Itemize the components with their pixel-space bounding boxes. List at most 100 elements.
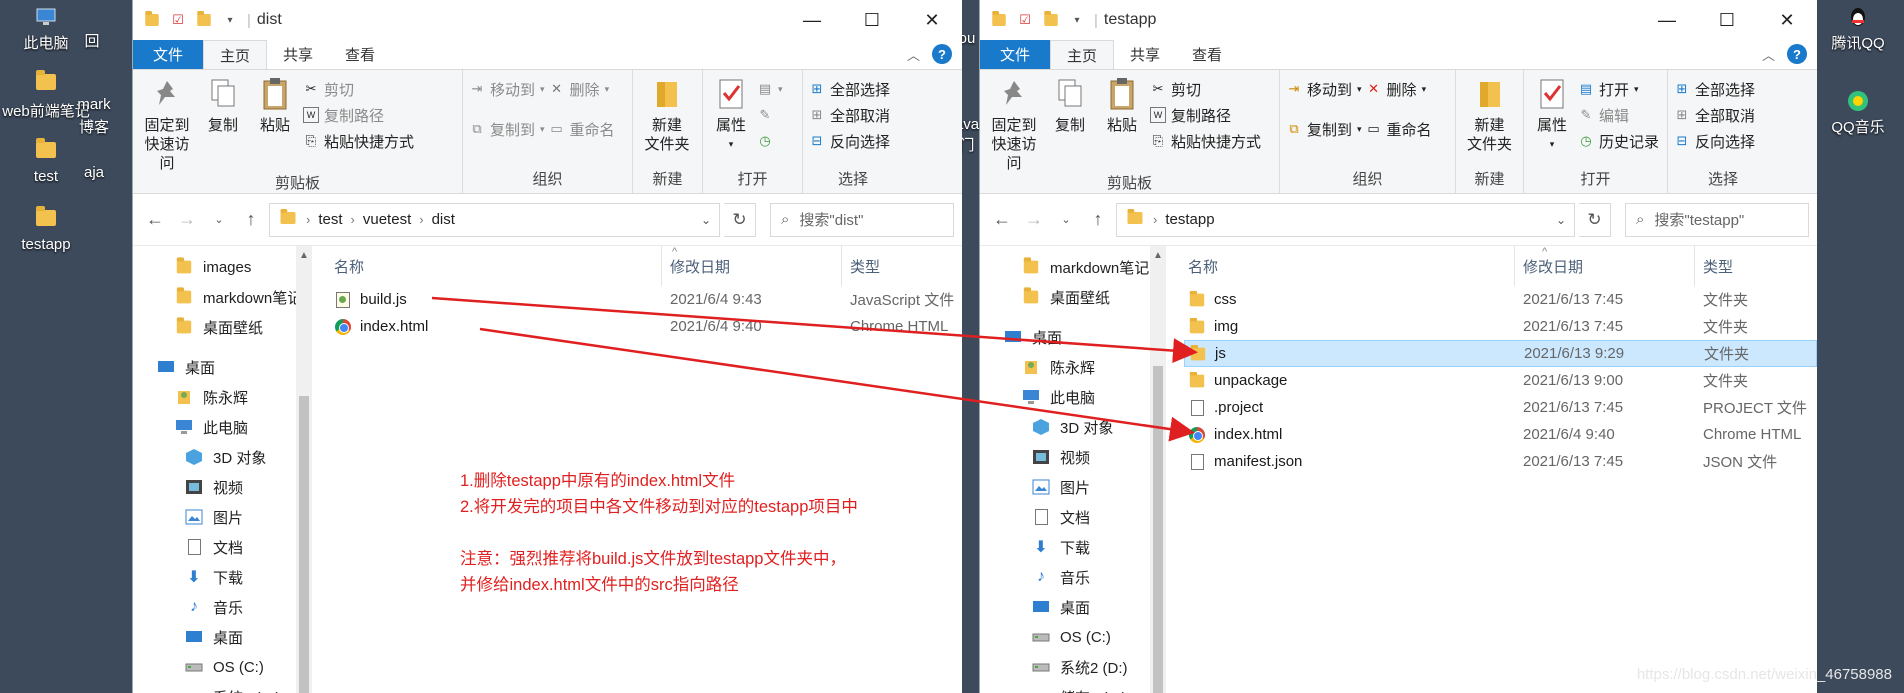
desktop-icon-testapp[interactable]: testapp xyxy=(0,206,92,253)
nav-item[interactable]: 陈永辉 xyxy=(980,352,1166,382)
properties-button[interactable]: 属性 ▾ xyxy=(709,76,753,169)
folder-icon[interactable] xyxy=(990,11,1008,28)
move-to-button[interactable]: ⇥ 移动到 ▾ xyxy=(1286,78,1362,100)
file-row[interactable]: build.js 2021/6/4 9:43 JavaScript 文件 xyxy=(330,286,962,313)
nav-item[interactable]: 图片 xyxy=(133,502,312,532)
maximize-button[interactable]: ☐ xyxy=(842,0,902,40)
nav-item[interactable]: 桌面壁纸 xyxy=(133,312,312,342)
file-row[interactable]: index.html 2021/6/4 9:40 Chrome HTML xyxy=(330,313,962,340)
quick-access-dropdown-icon[interactable]: ▾ xyxy=(1068,12,1086,28)
nav-item[interactable]: 视频 xyxy=(133,472,312,502)
scrollbar-thumb[interactable] xyxy=(1153,366,1163,693)
new-folder-icon[interactable] xyxy=(1042,11,1060,28)
paste-shortcut-button[interactable]: ⎘ 粘贴快捷方式 xyxy=(1150,130,1261,152)
copy-path-button[interactable]: W 复制路径 xyxy=(1150,104,1261,126)
select-none-button[interactable]: ⊞ 全部取消 xyxy=(1674,104,1755,126)
chevron-down-icon[interactable]: ⌄ xyxy=(1556,213,1566,227)
nav-item[interactable]: 桌面 xyxy=(133,622,312,652)
pin-quick-access-button[interactable]: 固定到 快速访问 xyxy=(986,76,1042,173)
forward-arrow-icon[interactable]: → xyxy=(1020,206,1048,234)
edit-button[interactable]: ✎ xyxy=(757,104,783,126)
recent-locations-icon[interactable]: ⌄ xyxy=(205,206,233,234)
tab-file[interactable]: 文件 xyxy=(133,40,204,69)
column-header-type[interactable]: 类型 xyxy=(1695,246,1815,286)
properties-check-icon[interactable]: ☑ xyxy=(169,12,187,28)
address-bar[interactable]: › test › vuetest › dist ⌄ xyxy=(269,202,720,237)
file-row[interactable]: manifest.json 2021/6/13 7:45 JSON 文件 xyxy=(1184,448,1817,475)
delete-button[interactable]: ✕ 删除 ▾ xyxy=(1366,78,1432,100)
minimize-button[interactable]: — xyxy=(1637,0,1697,40)
help-icon[interactable]: ? xyxy=(1787,44,1807,64)
nav-scrollbar[interactable]: ▲ xyxy=(296,246,312,693)
file-row[interactable]: unpackage 2021/6/13 9:00 文件夹 xyxy=(1184,367,1817,394)
minimize-button[interactable]: — xyxy=(782,0,842,40)
nav-item[interactable]: images xyxy=(133,252,312,282)
nav-item[interactable]: OS (C:) xyxy=(133,652,312,682)
nav-item[interactable]: 视频 xyxy=(980,442,1166,472)
chevron-down-icon[interactable]: ⌄ xyxy=(701,213,711,227)
history-button[interactable]: ◷ 历史记录 xyxy=(1578,130,1659,152)
properties-button[interactable]: 属性 ▾ xyxy=(1530,76,1574,169)
tab-file[interactable]: 文件 xyxy=(980,40,1051,69)
cut-button[interactable]: ✂ 剪切 xyxy=(303,78,414,100)
copy-to-button[interactable]: ⧉ 复制到 ▾ xyxy=(469,118,544,140)
breadcrumb-item[interactable]: dist xyxy=(432,211,455,228)
nav-item[interactable]: 文档 xyxy=(133,532,312,562)
recent-locations-icon[interactable]: ⌄ xyxy=(1052,206,1080,234)
nav-item[interactable]: ♪ 音乐 xyxy=(980,562,1166,592)
nav-item[interactable]: ♪ 音乐 xyxy=(133,592,312,622)
nav-item[interactable]: 文档 xyxy=(980,502,1166,532)
select-all-button[interactable]: ⊞ 全部选择 xyxy=(809,78,890,100)
paste-shortcut-button[interactable]: ⎘ 粘贴快捷方式 xyxy=(303,130,414,152)
desktop-icon-qq[interactable]: 腾讯QQ xyxy=(1812,6,1904,53)
column-header-date[interactable]: 修改日期 xyxy=(662,246,842,286)
nav-item[interactable]: 系统2 (D:) xyxy=(980,652,1166,682)
back-arrow-icon[interactable]: ← xyxy=(141,206,169,234)
paste-button[interactable]: 粘贴 xyxy=(1098,76,1146,173)
nav-item[interactable]: OS (C:) xyxy=(980,622,1166,652)
scroll-up-icon[interactable]: ▲ xyxy=(1153,250,1163,261)
pin-quick-access-button[interactable]: 固定到 快速访问 xyxy=(139,76,195,173)
select-none-button[interactable]: ⊞ 全部取消 xyxy=(809,104,890,126)
column-header-name[interactable]: 名称 xyxy=(334,246,662,286)
cut-button[interactable]: ✂ 剪切 xyxy=(1150,78,1261,100)
nav-item[interactable]: 系统2 (D:) xyxy=(133,682,312,693)
address-bar[interactable]: › testapp ⌄ xyxy=(1116,202,1575,237)
nav-item[interactable]: 储存2 (E:) xyxy=(980,682,1166,693)
forward-arrow-icon[interactable]: → xyxy=(173,206,201,234)
column-header-type[interactable]: 类型 xyxy=(842,246,962,286)
nav-item[interactable]: 3D 对象 xyxy=(133,442,312,472)
nav-item[interactable]: ⬇ 下载 xyxy=(133,562,312,592)
nav-scrollbar[interactable]: ▲ xyxy=(1150,246,1166,693)
nav-item[interactable]: 此电脑 xyxy=(980,382,1166,412)
nav-item[interactable]: 图片 xyxy=(980,472,1166,502)
nav-item[interactable]: 桌面壁纸 xyxy=(980,282,1166,312)
refresh-icon[interactable]: ↻ xyxy=(724,202,756,237)
nav-item[interactable]: ⬇ 下载 xyxy=(980,532,1166,562)
edit-button[interactable]: ✎ 编辑 xyxy=(1578,104,1659,126)
breadcrumb-item[interactable]: test xyxy=(318,211,342,228)
close-button[interactable]: ✕ xyxy=(1757,0,1817,40)
copy-button[interactable]: 复制 xyxy=(199,76,247,173)
open-button[interactable]: ▤ 打开 ▾ xyxy=(1578,78,1659,100)
nav-item[interactable]: 桌面 xyxy=(980,322,1166,352)
breadcrumb-item[interactable]: testapp xyxy=(1165,211,1214,228)
help-icon[interactable]: ? xyxy=(932,44,952,64)
rename-button[interactable]: ▭ 重命名 xyxy=(1366,118,1431,140)
nav-item[interactable]: 此电脑 xyxy=(133,412,312,442)
search-input[interactable]: ⌕ 搜索"dist" xyxy=(770,202,954,237)
ribbon-collapse-icon[interactable]: ︿ xyxy=(1762,45,1775,64)
nav-item[interactable]: markdown笔记 xyxy=(133,282,312,312)
move-to-button[interactable]: ⇥ 移动到 ▾ xyxy=(469,78,545,100)
ribbon-collapse-icon[interactable]: ︿ xyxy=(907,45,920,64)
tab-view[interactable]: 查看 xyxy=(329,40,391,69)
copy-path-button[interactable]: W 复制路径 xyxy=(303,104,414,126)
folder-icon[interactable] xyxy=(143,11,161,28)
copy-button[interactable]: 复制 xyxy=(1046,76,1094,173)
back-arrow-icon[interactable]: ← xyxy=(988,206,1016,234)
file-row[interactable]: js 2021/6/13 9:29 文件夹 xyxy=(1184,340,1817,367)
nav-item[interactable]: 3D 对象 xyxy=(980,412,1166,442)
paste-button[interactable]: 粘贴 xyxy=(251,76,299,173)
new-folder-icon[interactable] xyxy=(195,11,213,28)
tab-home[interactable]: 主页 xyxy=(203,40,268,69)
